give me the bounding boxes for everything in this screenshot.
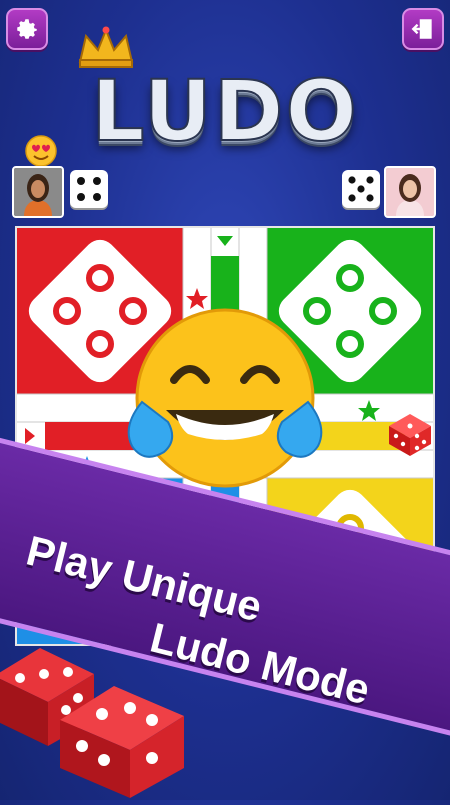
dice-left[interactable] (70, 170, 108, 208)
dice-five-icon (348, 176, 374, 202)
tears-of-joy-emoji-icon (122, 306, 328, 501)
woman-avatar-icon (386, 168, 434, 216)
woman-avatar-icon (14, 168, 62, 216)
player-avatar-left[interactable] (12, 166, 64, 218)
dice-right[interactable] (342, 170, 380, 208)
dice-four-icon (77, 177, 101, 201)
decor-dice-large-icon (52, 680, 192, 805)
settings-button[interactable] (6, 8, 48, 50)
board-dice-icon[interactable] (387, 412, 433, 463)
game-logo: LUDO (90, 61, 359, 161)
gear-icon (17, 19, 37, 39)
exit-button[interactable] (402, 8, 444, 50)
player-avatar-right[interactable] (384, 166, 436, 218)
exit-door-icon (411, 19, 432, 39)
